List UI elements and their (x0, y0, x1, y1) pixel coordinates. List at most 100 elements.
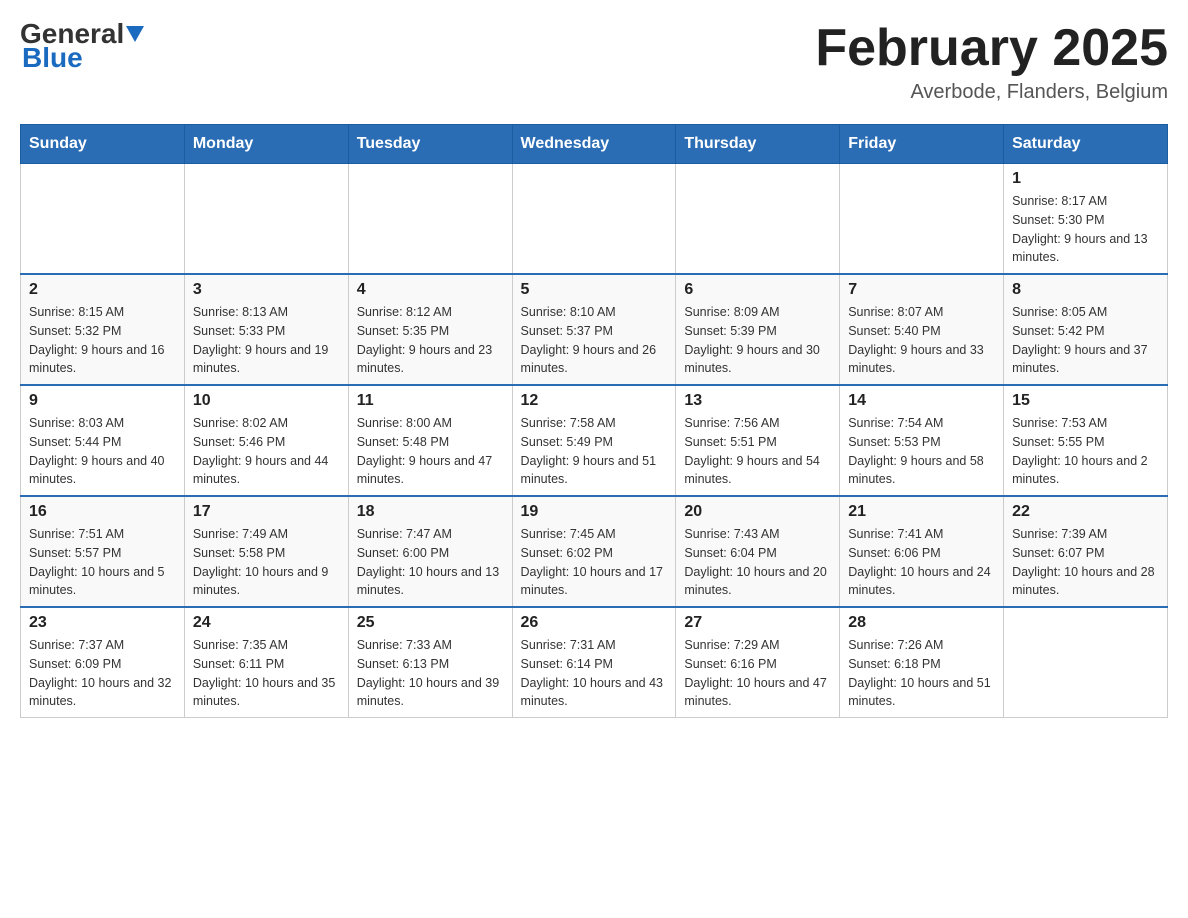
calendar-cell: 9 Sunrise: 8:03 AM Sunset: 5:44 PM Daylig… (21, 385, 185, 496)
calendar-cell: 28 Sunrise: 7:26 AM Sunset: 6:18 PM Dayli… (840, 607, 1004, 718)
logo-blue: Blue (20, 44, 83, 72)
day-info: Sunrise: 8:15 AM Sunset: 5:32 PM Dayligh… (29, 303, 176, 378)
day-info: Sunrise: 7:51 AM Sunset: 5:57 PM Dayligh… (29, 525, 176, 600)
calendar-cell: 7 Sunrise: 8:07 AM Sunset: 5:40 PM Daylig… (840, 274, 1004, 385)
day-number: 8 (1012, 281, 1159, 299)
calendar-week-row: 16 Sunrise: 7:51 AM Sunset: 5:57 PM Dayli… (21, 496, 1168, 607)
day-info: Sunrise: 7:49 AM Sunset: 5:58 PM Dayligh… (193, 525, 340, 600)
calendar-cell: 16 Sunrise: 7:51 AM Sunset: 5:57 PM Dayli… (21, 496, 185, 607)
day-number: 6 (684, 281, 831, 299)
column-header-monday: Monday (184, 125, 348, 164)
column-header-sunday: Sunday (21, 125, 185, 164)
calendar-cell: 25Sunrise: 7:33 AM Sunset: 6:13 PM Dayli… (348, 607, 512, 718)
day-number: 23 (29, 614, 176, 632)
calendar-cell: 15 Sunrise: 7:53 AM Sunset: 5:55 PM Dayli… (1004, 385, 1168, 496)
day-number: 1 (1012, 170, 1159, 188)
calendar-cell: 3 Sunrise: 8:13 AM Sunset: 5:33 PM Daylig… (184, 274, 348, 385)
day-number: 4 (357, 281, 504, 299)
day-info: Sunrise: 7:47 AM Sunset: 6:00 PM Dayligh… (357, 525, 504, 600)
day-info: Sunrise: 7:35 AM Sunset: 6:11 PM Dayligh… (193, 636, 340, 711)
day-number: 5 (521, 281, 668, 299)
calendar-cell: 23 Sunrise: 7:37 AM Sunset: 6:09 PM Dayli… (21, 607, 185, 718)
calendar-cell: 10 Sunrise: 8:02 AM Sunset: 5:46 PM Dayli… (184, 385, 348, 496)
day-number: 11 (357, 392, 504, 410)
day-info: Sunrise: 7:56 AM Sunset: 5:51 PM Dayligh… (684, 414, 831, 489)
day-info: Sunrise: 8:07 AM Sunset: 5:40 PM Dayligh… (848, 303, 995, 378)
day-info: Sunrise: 7:37 AM Sunset: 6:09 PM Dayligh… (29, 636, 176, 711)
day-number: 10 (193, 392, 340, 410)
calendar-cell: 14 Sunrise: 7:54 AM Sunset: 5:53 PM Dayli… (840, 385, 1004, 496)
column-header-wednesday: Wednesday (512, 125, 676, 164)
day-info: Sunrise: 7:41 AM Sunset: 6:06 PM Dayligh… (848, 525, 995, 600)
location: Averbode, Flanders, Belgium (815, 81, 1168, 104)
calendar-cell: 27 Sunrise: 7:29 AM Sunset: 6:16 PM Dayli… (676, 607, 840, 718)
day-number: 18 (357, 503, 504, 521)
day-number: 16 (29, 503, 176, 521)
day-number: 7 (848, 281, 995, 299)
logo: General Blue (20, 20, 144, 72)
day-info: Sunrise: 8:05 AM Sunset: 5:42 PM Dayligh… (1012, 303, 1159, 378)
calendar-cell (676, 164, 840, 275)
calendar-cell (840, 164, 1004, 275)
day-number: 12 (521, 392, 668, 410)
day-number: 14 (848, 392, 995, 410)
day-info: Sunrise: 8:03 AM Sunset: 5:44 PM Dayligh… (29, 414, 176, 489)
day-number: 15 (1012, 392, 1159, 410)
day-info: Sunrise: 8:10 AM Sunset: 5:37 PM Dayligh… (521, 303, 668, 378)
calendar-table: SundayMondayTuesdayWednesdayThursdayFrid… (20, 124, 1168, 718)
day-info: Sunrise: 7:39 AM Sunset: 6:07 PM Dayligh… (1012, 525, 1159, 600)
calendar-week-row: 9 Sunrise: 8:03 AM Sunset: 5:44 PM Daylig… (21, 385, 1168, 496)
day-info: Sunrise: 7:31 AM Sunset: 6:14 PM Dayligh… (521, 636, 668, 711)
calendar-week-row: 2 Sunrise: 8:15 AM Sunset: 5:32 PM Daylig… (21, 274, 1168, 385)
calendar-cell: 13 Sunrise: 7:56 AM Sunset: 5:51 PM Dayli… (676, 385, 840, 496)
column-header-saturday: Saturday (1004, 125, 1168, 164)
column-header-thursday: Thursday (676, 125, 840, 164)
day-info: Sunrise: 7:45 AM Sunset: 6:02 PM Dayligh… (521, 525, 668, 600)
day-number: 17 (193, 503, 340, 521)
calendar-week-row: 1 Sunrise: 8:17 AM Sunset: 5:30 PM Daylig… (21, 164, 1168, 275)
calendar-cell: 22 Sunrise: 7:39 AM Sunset: 6:07 PM Dayli… (1004, 496, 1168, 607)
day-info: Sunrise: 7:33 AM Sunset: 6:13 PM Dayligh… (357, 636, 504, 711)
calendar-cell: 1 Sunrise: 8:17 AM Sunset: 5:30 PM Daylig… (1004, 164, 1168, 275)
day-number: 3 (193, 281, 340, 299)
calendar-cell: 18 Sunrise: 7:47 AM Sunset: 6:00 PM Dayli… (348, 496, 512, 607)
page-header: General Blue February 2025 Averbode, Fla… (20, 20, 1168, 104)
day-info: Sunrise: 8:00 AM Sunset: 5:48 PM Dayligh… (357, 414, 504, 489)
day-info: Sunrise: 7:29 AM Sunset: 6:16 PM Dayligh… (684, 636, 831, 711)
day-number: 21 (848, 503, 995, 521)
day-info: Sunrise: 7:54 AM Sunset: 5:53 PM Dayligh… (848, 414, 995, 489)
day-number: 19 (521, 503, 668, 521)
calendar-cell (348, 164, 512, 275)
day-info: Sunrise: 8:02 AM Sunset: 5:46 PM Dayligh… (193, 414, 340, 489)
day-number: 27 (684, 614, 831, 632)
calendar-cell: 24Sunrise: 7:35 AM Sunset: 6:11 PM Dayli… (184, 607, 348, 718)
calendar-cell (1004, 607, 1168, 718)
title-area: February 2025 Averbode, Flanders, Belgiu… (815, 20, 1168, 104)
calendar-cell (512, 164, 676, 275)
day-number: 20 (684, 503, 831, 521)
calendar-cell (21, 164, 185, 275)
day-info: Sunrise: 8:13 AM Sunset: 5:33 PM Dayligh… (193, 303, 340, 378)
calendar-cell: 11 Sunrise: 8:00 AM Sunset: 5:48 PM Dayli… (348, 385, 512, 496)
calendar-cell: 19 Sunrise: 7:45 AM Sunset: 6:02 PM Dayli… (512, 496, 676, 607)
day-info: Sunrise: 7:26 AM Sunset: 6:18 PM Dayligh… (848, 636, 995, 711)
column-header-tuesday: Tuesday (348, 125, 512, 164)
calendar-cell: 21 Sunrise: 7:41 AM Sunset: 6:06 PM Dayli… (840, 496, 1004, 607)
day-info: Sunrise: 7:43 AM Sunset: 6:04 PM Dayligh… (684, 525, 831, 600)
calendar-cell: 8 Sunrise: 8:05 AM Sunset: 5:42 PM Daylig… (1004, 274, 1168, 385)
column-header-friday: Friday (840, 125, 1004, 164)
day-number: 9 (29, 392, 176, 410)
calendar-cell: 12Sunrise: 7:58 AM Sunset: 5:49 PM Dayli… (512, 385, 676, 496)
day-info: Sunrise: 8:17 AM Sunset: 5:30 PM Dayligh… (1012, 192, 1159, 267)
day-number: 26 (521, 614, 668, 632)
calendar-cell: 6Sunrise: 8:09 AM Sunset: 5:39 PM Daylig… (676, 274, 840, 385)
day-number: 28 (848, 614, 995, 632)
calendar-cell: 4 Sunrise: 8:12 AM Sunset: 5:35 PM Daylig… (348, 274, 512, 385)
day-info: Sunrise: 7:53 AM Sunset: 5:55 PM Dayligh… (1012, 414, 1159, 489)
day-number: 22 (1012, 503, 1159, 521)
month-title: February 2025 (815, 20, 1168, 77)
day-number: 2 (29, 281, 176, 299)
day-number: 13 (684, 392, 831, 410)
day-info: Sunrise: 8:12 AM Sunset: 5:35 PM Dayligh… (357, 303, 504, 378)
calendar-cell: 5 Sunrise: 8:10 AM Sunset: 5:37 PM Daylig… (512, 274, 676, 385)
